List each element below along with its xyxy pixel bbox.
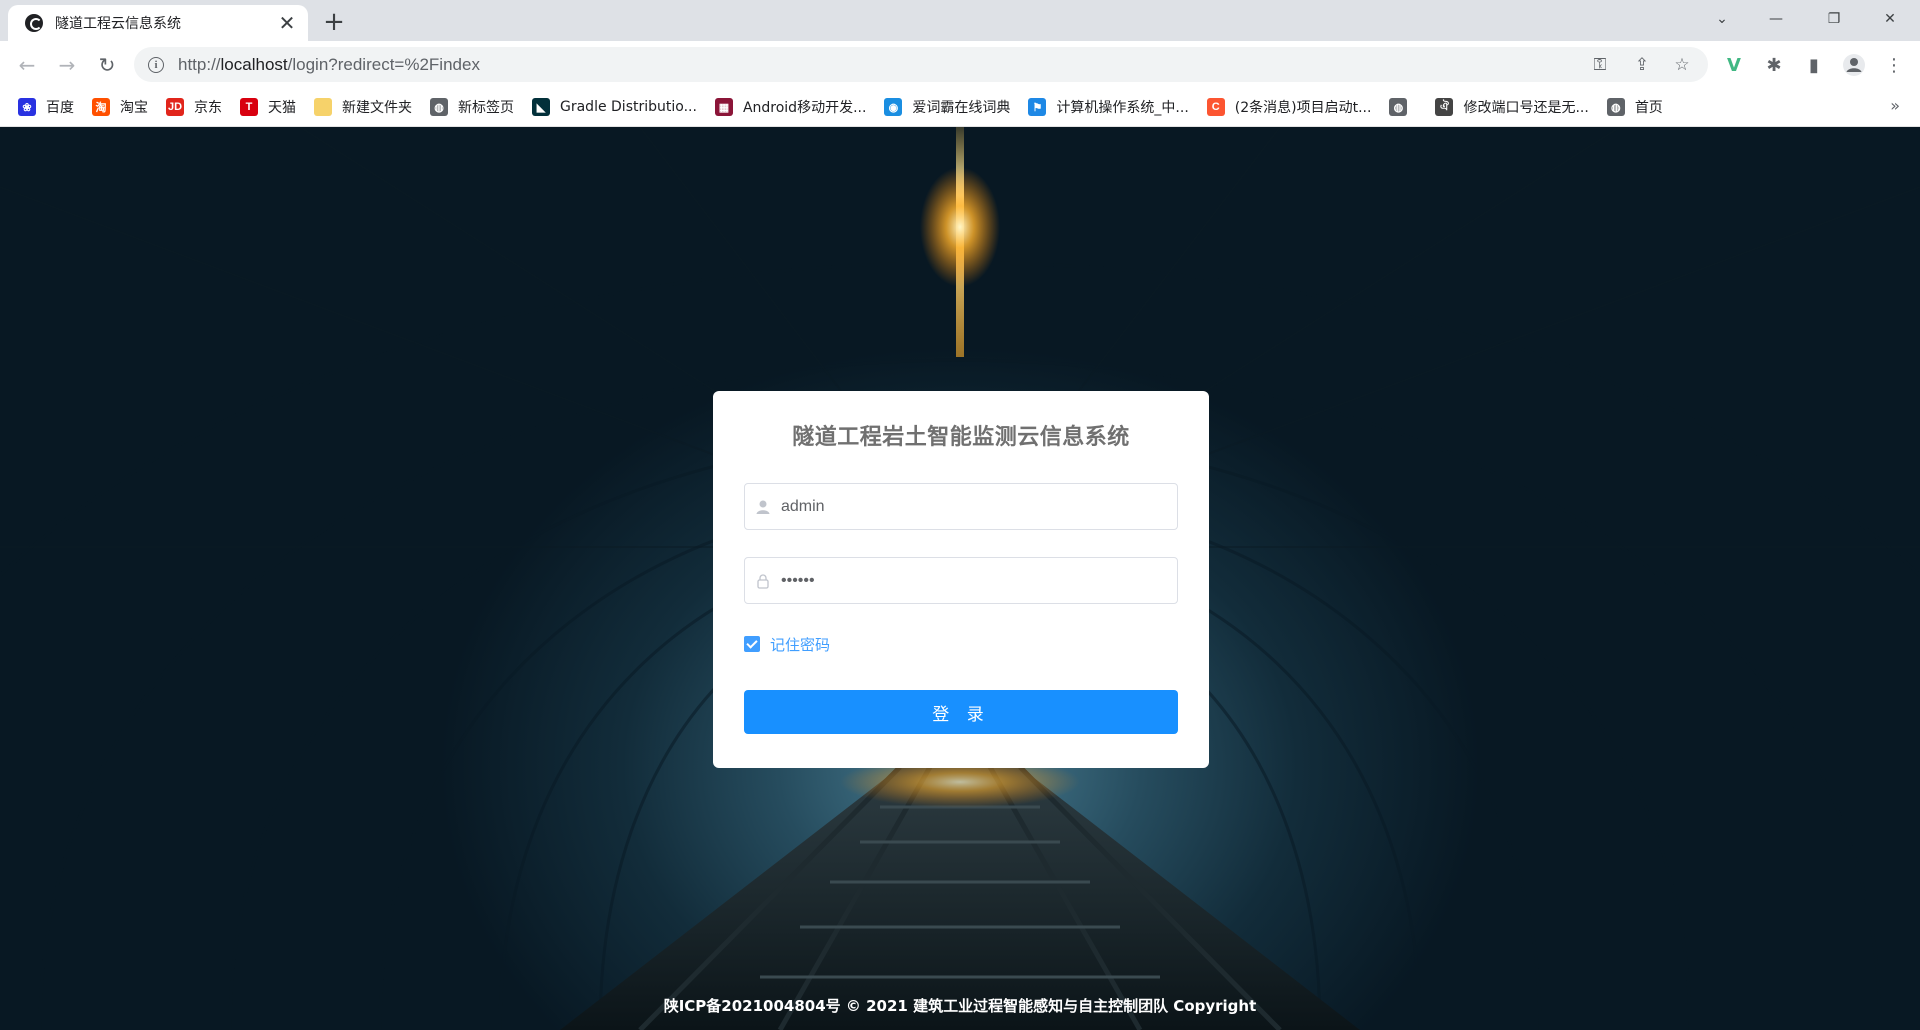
- custom-icon: ঐ: [1435, 98, 1454, 116]
- bookmark-label: 爱词霸在线词典: [912, 100, 1011, 116]
- tab-active[interactable]: 隧道工程云信息系统 ✕: [8, 5, 308, 41]
- remember-checkbox[interactable]: [744, 636, 760, 652]
- bookmark-item[interactable]: ◍: [1389, 93, 1425, 121]
- bookmark-label: 百度: [46, 100, 74, 116]
- bookmark-label: 新标签页: [458, 100, 514, 116]
- key-icon[interactable]: ⚿: [1590, 55, 1610, 75]
- menu-icon[interactable]: ⋮: [1882, 53, 1906, 77]
- flag-icon: ⚑: [1028, 98, 1047, 116]
- android-dev-icon: ▦: [714, 98, 733, 116]
- bookmark-item[interactable]: 淘淘宝: [92, 93, 156, 121]
- tab-search-icon[interactable]: ⌄: [1698, 0, 1746, 37]
- forward-icon[interactable]: →: [52, 50, 82, 80]
- side-panel-icon[interactable]: ▮: [1802, 53, 1826, 77]
- login-form: 隧道工程岩土智能监测云信息系统 记住密码 登 录: [713, 391, 1209, 768]
- system-title: 隧道工程岩土智能监测云信息系统: [792, 425, 1130, 450]
- taobao-icon: 淘: [92, 98, 110, 116]
- bookmark-item[interactable]: C (2条消息)项目启动t...: [1206, 93, 1380, 121]
- new-tab-button[interactable]: +: [320, 7, 348, 37]
- star-icon[interactable]: ☆: [1672, 55, 1692, 75]
- back-icon[interactable]: ←: [12, 50, 42, 80]
- gradle-icon: ◣: [532, 98, 550, 116]
- bookmark-label: Gradle Distributio...: [560, 99, 697, 115]
- csdn-icon: C: [1206, 98, 1225, 116]
- bookmark-item[interactable]: ঐ 修改端口号还是无...: [1435, 93, 1596, 121]
- globe-icon: ◍: [430, 98, 448, 116]
- remember-password[interactable]: 记住密码: [744, 634, 1178, 654]
- bookmark-label: 计算机操作系统_中...: [1056, 100, 1189, 116]
- bookmark-item[interactable]: ▦ Android移动开发...: [714, 93, 874, 121]
- bookmark-label: 京东: [194, 100, 222, 116]
- tmall-icon: T: [240, 98, 258, 116]
- bookmark-item[interactable]: JD 京东: [166, 93, 230, 121]
- vue-devtools-icon[interactable]: V: [1722, 53, 1746, 77]
- bookmark-label: 新建文件夹: [342, 100, 412, 116]
- login-page: 隧道工程岩土智能监测云信息系统 记住密码 登 录 陕ICP备2021004804…: [0, 127, 1920, 1030]
- baidu-paw-icon: ❀: [18, 98, 36, 116]
- globe-icon: ◍: [1389, 98, 1408, 116]
- username-field[interactable]: [744, 483, 1178, 530]
- login-button[interactable]: 登 录: [744, 690, 1178, 734]
- bookmark-label: 首页: [1634, 100, 1663, 116]
- lock-icon: [745, 558, 781, 603]
- tab-title: 隧道工程云信息系统: [55, 16, 181, 32]
- browser-toolbar: ← → ↻ i http://localhost/login?redirect=…: [0, 41, 1920, 88]
- globe-icon: ◍: [1606, 98, 1625, 116]
- password-input[interactable]: [781, 571, 1161, 590]
- bookmark-item[interactable]: ◣ Gradle Distributio...: [532, 93, 705, 121]
- more-bookmarks-icon[interactable]: »: [1890, 96, 1900, 115]
- close-window-icon[interactable]: ✕: [1866, 0, 1914, 37]
- remember-label[interactable]: 记住密码: [770, 634, 830, 655]
- folder-icon: [314, 98, 332, 116]
- extensions-icon[interactable]: ✱: [1762, 53, 1786, 77]
- reload-icon[interactable]: ↻: [92, 50, 122, 80]
- profile-icon[interactable]: [1842, 53, 1866, 77]
- bookmark-item[interactable]: ❀ 百度: [18, 93, 82, 121]
- close-tab-icon[interactable]: ✕: [276, 11, 298, 35]
- username-input[interactable]: [781, 497, 1161, 516]
- bookmark-item[interactable]: T 天猫: [240, 93, 304, 121]
- minimize-icon[interactable]: —: [1752, 0, 1800, 37]
- bookmark-label: (2条消息)项目启动t...: [1234, 100, 1372, 116]
- site-logo-icon: [25, 14, 43, 32]
- bookmark-item[interactable]: ◍ 首页: [1606, 93, 1671, 121]
- bookmark-label: 修改端口号还是无...: [1463, 100, 1589, 116]
- iciba-icon: ◉: [884, 98, 903, 116]
- address-bar[interactable]: i http://localhost/login?redirect=%2Find…: [134, 47, 1708, 82]
- bookmark-item[interactable]: ◉ 爱词霸在线词典: [884, 93, 1018, 121]
- restore-icon[interactable]: ❐: [1810, 0, 1858, 37]
- site-info-icon[interactable]: i: [148, 56, 164, 73]
- bookmark-item[interactable]: ◍ 新标签页: [430, 93, 522, 121]
- jd-icon: JD: [166, 98, 184, 116]
- url-text: http://localhost/login?redirect=%2Findex: [178, 54, 480, 74]
- footer-copyright: 陕ICP备2021004804号 © 2021 建筑工业过程智能感知与自主控制团…: [663, 997, 1257, 1015]
- bookmark-label: 淘宝: [120, 100, 148, 116]
- bookmarks-bar: ❀ 百度 淘淘宝 JD 京东 T 天猫 新建文件夹 ◍ 新标签页 ◣ Gradle Distribut…: [0, 88, 1920, 127]
- share-icon[interactable]: ⇪: [1632, 55, 1652, 75]
- user-icon: [745, 484, 781, 529]
- bookmark-label: Android移动开发...: [742, 100, 867, 116]
- password-field[interactable]: [744, 557, 1178, 604]
- bookmark-item[interactable]: ⚑ 计算机操作系统_中...: [1028, 93, 1196, 121]
- bookmark-item[interactable]: 新建文件夹: [314, 93, 420, 121]
- bookmark-label: 天猫: [268, 100, 296, 116]
- tab-strip: 隧道工程云信息系统 ✕ + ⌄ — ❐ ✕: [0, 0, 1920, 41]
